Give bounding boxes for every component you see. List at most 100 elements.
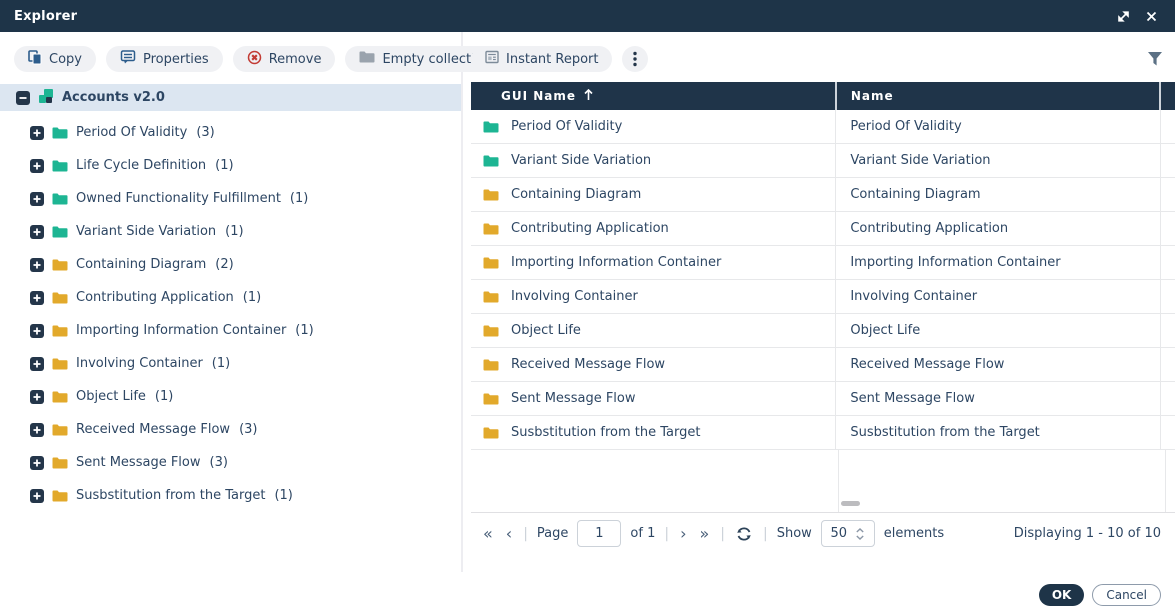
report-table: GUI Name Name C <box>471 82 1175 512</box>
expand-icon[interactable] <box>30 489 44 503</box>
table-row[interactable]: Period Of Validity Period Of Validity <box>471 110 1175 144</box>
pagination-bar: « ‹ | Page of 1 | › » | | Show elements <box>471 512 1175 554</box>
cell-name: Sent Message Flow <box>850 391 975 406</box>
tree-item[interactable]: Containing Diagram (2) <box>0 248 461 281</box>
tree-item-label: Involving Container <box>76 356 203 371</box>
tree-item[interactable]: Object Life (1) <box>0 380 461 413</box>
spinner-arrows-icon[interactable] <box>856 528 864 540</box>
tree-root-accounts[interactable]: Accounts v2.0 <box>0 84 461 111</box>
folder-icon <box>483 257 499 269</box>
tree-toolbar: Copy Properties Remove Empty collection <box>0 46 461 72</box>
refresh-icon[interactable] <box>734 526 754 542</box>
tree-item[interactable]: Sent Message Flow (3) <box>0 446 461 479</box>
column-header-clipped[interactable]: C <box>1159 82 1175 110</box>
cell-name: Involving Container <box>850 289 977 304</box>
table-row[interactable]: Variant Side Variation Variant Side Vari… <box>471 144 1175 178</box>
ok-button[interactable]: OK <box>1039 584 1085 606</box>
tree-item-count: (1) <box>295 323 313 338</box>
maximize-icon[interactable] <box>1113 6 1133 26</box>
filter-icon[interactable] <box>1147 52 1163 66</box>
displaying-status: Displaying 1 - 10 of 10 <box>1014 526 1161 541</box>
next-page-icon[interactable]: › <box>678 524 688 543</box>
cell-gui-name: Sent Message Flow <box>511 391 636 406</box>
cell-name: Contributing Application <box>850 221 1008 236</box>
tree-item[interactable]: Variant Side Variation (1) <box>0 215 461 248</box>
horizontal-scrollbar[interactable] <box>841 501 860 506</box>
expand-icon[interactable] <box>30 456 44 470</box>
cell-name: Received Message Flow <box>850 357 1004 372</box>
tree-item-count: (1) <box>155 389 173 404</box>
instant-report-button[interactable]: Instant Report <box>471 46 612 72</box>
page-input[interactable] <box>577 520 621 547</box>
folder-icon <box>52 391 68 403</box>
tree-item[interactable]: Contributing Application (1) <box>0 281 461 314</box>
table-row[interactable]: Received Message Flow Received Message F… <box>471 348 1175 382</box>
page-size-spinner[interactable] <box>821 520 875 547</box>
tree-item-count: (1) <box>243 290 261 305</box>
expand-icon[interactable] <box>30 126 44 140</box>
tree-item[interactable]: Susbstitution from the Target (1) <box>0 479 461 512</box>
properties-button[interactable]: Properties <box>106 46 223 72</box>
remove-button[interactable]: Remove <box>233 46 336 72</box>
tree-item[interactable]: Owned Functionality Fulfillment (1) <box>0 182 461 215</box>
more-options-icon[interactable] <box>622 46 648 72</box>
sort-ascending-icon <box>584 89 593 104</box>
page-size-input[interactable] <box>826 526 852 541</box>
folder-icon <box>483 359 499 371</box>
tree-item-count: (3) <box>239 422 257 437</box>
tree-item[interactable]: Received Message Flow (3) <box>0 413 461 446</box>
report-panel: Instant Report GUI Name Name C <box>463 32 1175 616</box>
tree-item[interactable]: Involving Container (1) <box>0 347 461 380</box>
table-row[interactable]: Importing Information Container Importin… <box>471 246 1175 280</box>
collapse-icon[interactable] <box>16 91 30 105</box>
folder-icon <box>52 292 68 304</box>
close-icon[interactable] <box>1141 6 1161 26</box>
folder-icon <box>483 427 499 439</box>
tree-item[interactable]: Life Cycle Definition (1) <box>0 149 461 182</box>
cell-name: Period Of Validity <box>850 119 961 134</box>
tree-item-count: (1) <box>225 224 243 239</box>
cell-name: Importing Information Container <box>850 255 1060 270</box>
last-page-icon[interactable]: » <box>697 524 711 543</box>
expand-icon[interactable] <box>30 159 44 173</box>
tree-item[interactable]: Period Of Validity (3) <box>0 116 461 149</box>
table-row[interactable]: Object Life Object Life <box>471 314 1175 348</box>
instant-report-label: Instant Report <box>506 52 598 67</box>
tree-list: Period Of Validity (3) Life Cycle Defini… <box>0 116 461 512</box>
table-row[interactable]: Sent Message Flow Sent Message Flow <box>471 382 1175 416</box>
dialog-title: Explorer <box>14 9 77 24</box>
table-row[interactable]: Containing Diagram Containing Diagram <box>471 178 1175 212</box>
cancel-button[interactable]: Cancel <box>1092 584 1161 606</box>
expand-icon[interactable] <box>30 291 44 305</box>
dialog-footer: OK Cancel <box>1039 584 1161 606</box>
folder-icon <box>483 325 499 337</box>
expand-icon[interactable] <box>30 390 44 404</box>
tree-item-count: (1) <box>274 488 292 503</box>
expand-icon[interactable] <box>30 423 44 437</box>
table-header: GUI Name Name C <box>471 82 1175 110</box>
table-row[interactable]: Contributing Application Contributing Ap… <box>471 212 1175 246</box>
folder-icon <box>359 51 375 67</box>
first-page-icon[interactable]: « <box>481 524 495 543</box>
column-header-name[interactable]: Name <box>835 82 1159 110</box>
expand-icon[interactable] <box>30 225 44 239</box>
column-header-gui-name[interactable]: GUI Name <box>471 82 835 110</box>
tree-item[interactable]: Importing Information Container (1) <box>0 314 461 347</box>
cell-gui-name: Susbstitution from the Target <box>511 425 700 440</box>
table-row[interactable]: Involving Container Involving Container <box>471 280 1175 314</box>
expand-icon[interactable] <box>30 357 44 371</box>
folder-icon <box>483 393 499 405</box>
expand-icon[interactable] <box>30 192 44 206</box>
tree-item-label: Containing Diagram <box>76 257 206 272</box>
copy-label: Copy <box>49 52 82 67</box>
cell-name: Variant Side Variation <box>850 153 990 168</box>
expand-icon[interactable] <box>30 324 44 338</box>
tree-item-label: Life Cycle Definition <box>76 158 206 173</box>
copy-button[interactable]: Copy <box>14 46 96 72</box>
previous-page-icon[interactable]: ‹ <box>504 524 514 543</box>
properties-icon <box>120 49 136 69</box>
folder-icon <box>483 189 499 201</box>
table-row[interactable]: Susbstitution from the Target Susbstitut… <box>471 416 1175 450</box>
cell-gui-name: Object Life <box>511 323 581 338</box>
expand-icon[interactable] <box>30 258 44 272</box>
